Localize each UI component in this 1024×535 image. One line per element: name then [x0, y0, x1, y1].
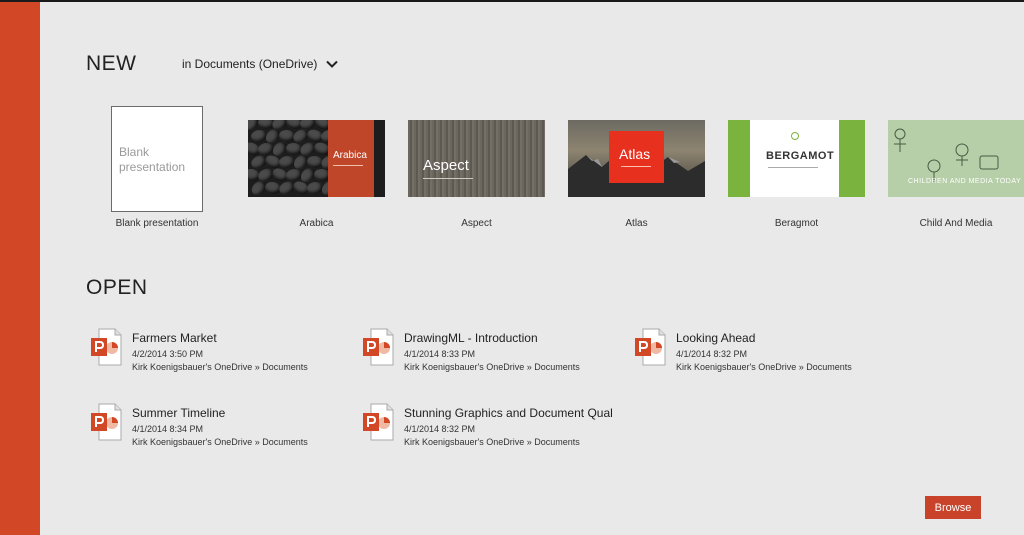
template-thumbnail: CHILDREN AND MEDIA TODAY: [888, 120, 1024, 197]
file-date: 4/1/2014 8:32 PM: [676, 349, 748, 359]
open-section-title: OPEN: [86, 276, 148, 299]
thumbnail-title: Aspect: [423, 157, 469, 174]
top-border: [0, 0, 1024, 2]
file-date: 4/2/2014 3:50 PM: [132, 349, 204, 359]
recent-file[interactable]: Farmers Market 4/2/2014 3:50 PM Kirk Koe…: [90, 328, 308, 373]
powerpoint-file-icon: [363, 328, 394, 366]
wood-background: Aspect: [408, 120, 545, 197]
chevron-down-icon: [326, 60, 339, 68]
file-name: Looking Ahead: [676, 331, 756, 345]
template-thumbnail: Aspect: [408, 120, 545, 197]
powerpoint-file-icon: [635, 328, 666, 366]
children-illustration: [894, 128, 999, 182]
thumbnail-title: Blank presentation: [119, 145, 186, 174]
recent-file[interactable]: Summer Timeline 4/1/2014 8:34 PM Kirk Ko…: [90, 403, 308, 448]
template-caption: Arabica: [299, 218, 334, 229]
location-label: in Documents (OneDrive): [182, 57, 318, 71]
file-path: Kirk Koenigsbauer's OneDrive » Documents: [404, 437, 580, 447]
location-dropdown[interactable]: in Documents (OneDrive): [182, 57, 339, 71]
file-path: Kirk Koenigsbauer's OneDrive » Documents: [676, 362, 852, 372]
bergamot-background: BERGAMOT: [728, 120, 865, 197]
file-name: Farmers Market: [132, 331, 217, 345]
browse-button[interactable]: Browse: [925, 496, 981, 519]
file-date: 4/1/2014 8:32 PM: [404, 424, 476, 434]
file-path: Kirk Koenigsbauer's OneDrive » Documents: [132, 362, 308, 372]
thumbnail-title: Atlas: [619, 146, 651, 162]
template-thumbnail: Atlas: [568, 120, 705, 197]
file-path: Kirk Koenigsbauer's OneDrive » Documents: [132, 437, 308, 447]
title-block: Arabica: [328, 120, 374, 197]
file-name: DrawingML - Introduction: [404, 331, 538, 345]
thumbnail-title: CHILDREN AND MEDIA TODAY: [908, 178, 1022, 185]
template-caption: Aspect: [461, 218, 492, 229]
powerpoint-file-icon: [363, 403, 394, 441]
template-caption: Atlas: [625, 218, 648, 229]
file-name: Summer Timeline: [132, 406, 226, 420]
file-name: Stunning Graphics and Document Qual: [404, 406, 613, 420]
file-date: 4/1/2014 8:34 PM: [132, 424, 204, 434]
template-caption: Beragmot: [774, 218, 819, 229]
mountain-background: Atlas: [568, 120, 705, 197]
template-thumbnail: BERGAMOT: [728, 120, 865, 197]
title-block: Atlas: [609, 131, 664, 183]
powerpoint-file-icon: [91, 328, 122, 366]
template-thumbnail: Arabica: [248, 120, 385, 197]
template-thumbnail: Blank presentation: [111, 106, 203, 212]
accent-sidebar: [0, 2, 40, 535]
file-path: Kirk Koenigsbauer's OneDrive » Documents: [404, 362, 580, 372]
child-background: CHILDREN AND MEDIA TODAY: [888, 120, 1024, 197]
thumbnail-title: Arabica: [333, 150, 367, 161]
recent-file[interactable]: Looking Ahead 4/1/2014 8:32 PM Kirk Koen…: [634, 328, 852, 373]
template-caption: Blank presentation: [115, 218, 199, 229]
thumbnail-title: BERGAMOT: [766, 150, 835, 162]
recent-file[interactable]: DrawingML - Introduction 4/1/2014 8:33 P…: [362, 328, 580, 373]
recent-file[interactable]: Stunning Graphics and Document Qual 4/1/…: [362, 403, 613, 448]
file-date: 4/1/2014 8:33 PM: [404, 349, 476, 359]
new-section-title: NEW: [86, 52, 137, 75]
powerpoint-file-icon: [91, 403, 122, 441]
template-caption: Child And Media: [919, 218, 993, 229]
